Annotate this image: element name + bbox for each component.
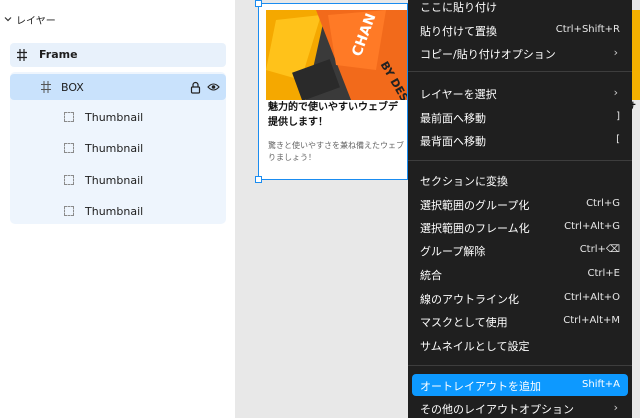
layer-thumbnail[interactable]: Thumbnail — [10, 135, 226, 161]
menu-item-label: コピー/貼り付けオプション — [420, 48, 556, 61]
layer-thumbnail-label: Thumbnail — [85, 142, 144, 155]
layer-thumbnail[interactable]: Thumbnail — [10, 198, 226, 224]
layer-thumbnail-label: Thumbnail — [85, 111, 144, 124]
chevron-right-icon: › — [613, 46, 618, 59]
menu-item-shortcut: Ctrl+Alt+O — [564, 292, 620, 303]
card-title: 魅力的で使いやすいウェブデ 提供します！ — [268, 100, 408, 130]
menu-divider — [408, 365, 632, 366]
card-description: 驚きと使いやすさを兼ね備えたウェブ りましょう！ — [268, 140, 408, 164]
menu-item-shortcut: Ctrl+Alt+G — [564, 221, 620, 232]
menu-divider — [408, 160, 632, 161]
menu-item-outline-stroke[interactable]: 線のアウトライン化 Ctrl+Alt+O — [412, 287, 628, 309]
eye-icon[interactable] — [207, 82, 220, 92]
lock-icon[interactable] — [190, 81, 201, 94]
menu-item-bring-to-front[interactable]: 最前面へ移動 ] — [412, 106, 628, 128]
menu-item-label: 最前面へ移動 — [420, 112, 486, 125]
menu-item-label: サムネイルとして設定 — [420, 340, 530, 353]
layer-frame[interactable]: Frame — [10, 43, 226, 67]
menu-item-label: マスクとして使用 — [420, 316, 508, 329]
menu-item-use-as-mask[interactable]: マスクとして使用 Ctrl+Alt+M — [412, 310, 628, 332]
dashed-frame-icon — [64, 206, 74, 216]
menu-item-select-layer[interactable]: レイヤーを選択 › — [412, 82, 628, 104]
menu-item-label: 統合 — [420, 269, 442, 282]
menu-item-shortcut: Ctrl+⌫ — [579, 244, 620, 255]
dashed-frame-icon — [64, 112, 74, 122]
layer-box-label: BOX — [61, 81, 84, 94]
menu-item-label: セクションに変換 — [420, 175, 508, 188]
menu-item-convert-to-section[interactable]: セクションに変換 — [412, 169, 628, 191]
menu-item-label: ここに貼り付け — [420, 1, 497, 14]
menu-item-copy-paste-options[interactable]: コピー/貼り付けオプション › — [412, 42, 628, 64]
dashed-frame-icon — [64, 175, 74, 185]
thumbnail-illustration: CHAN BY DESI — [266, 10, 408, 100]
menu-item-label: 最背面へ移動 — [420, 135, 486, 148]
dashed-frame-icon — [64, 143, 74, 153]
menu-item-frame-selection[interactable]: 選択範囲のフレーム化 Ctrl+Alt+G — [412, 216, 628, 238]
menu-item-label: 貼り付けて置換 — [420, 25, 497, 38]
resize-handle-top-left[interactable] — [255, 0, 262, 7]
menu-item-flatten[interactable]: 統合 Ctrl+E — [412, 263, 628, 285]
layer-thumbnail[interactable]: Thumbnail — [10, 167, 226, 193]
menu-item-paste-replace[interactable]: 貼り付けて置換 Ctrl+Shift+R — [412, 19, 628, 41]
layer-box[interactable]: BOX — [10, 74, 226, 100]
chevron-right-icon: › — [613, 401, 618, 414]
layers-header[interactable]: レイヤー — [4, 10, 56, 28]
menu-item-label: レイヤーを選択 — [420, 88, 497, 101]
layer-thumbnail-label: Thumbnail — [85, 205, 144, 218]
menu-item-shortcut: [ — [616, 134, 620, 145]
menu-item-shortcut: Ctrl+G — [586, 198, 620, 209]
menu-item-shortcut: Ctrl+Alt+M — [563, 315, 620, 326]
layers-header-label: レイヤー — [16, 15, 56, 27]
resize-handle-bottom-left[interactable] — [255, 176, 262, 183]
chevron-right-icon: › — [613, 86, 618, 99]
layer-frame-label: Frame — [39, 48, 78, 61]
menu-item-shortcut: ] — [616, 111, 620, 122]
menu-item-more-layout-options[interactable]: その他のレイアウトオプション › — [412, 397, 628, 418]
menu-item-label: その他のレイアウトオプション — [420, 403, 574, 416]
menu-item-add-auto-layout[interactable]: オートレイアウトを追加 Shift+A — [412, 374, 628, 396]
menu-item-group-selection[interactable]: 選択範囲のグループ化 Ctrl+G — [412, 193, 628, 215]
layer-thumbnail-label: Thumbnail — [85, 174, 144, 187]
menu-item-shortcut: Ctrl+E — [587, 268, 621, 279]
chevron-down-icon — [4, 17, 12, 22]
card-title-line2: 提供します！ — [268, 117, 328, 128]
menu-item-set-as-thumbnail[interactable]: サムネイルとして設定 — [412, 334, 628, 356]
frame-icon — [41, 81, 51, 93]
menu-item-ungroup[interactable]: グループ解除 Ctrl+⌫ — [412, 239, 628, 261]
menu-item-paste-here[interactable]: ここに貼り付け — [412, 0, 628, 17]
menu-item-shortcut: Ctrl+Shift+R — [555, 24, 620, 35]
frame-icon — [17, 49, 27, 61]
layer-thumbnail[interactable]: Thumbnail — [10, 104, 226, 130]
menu-item-send-to-back[interactable]: 最背面へ移動 [ — [412, 129, 628, 151]
menu-item-label: 線のアウトライン化 — [420, 293, 519, 306]
card-thumbnail-image[interactable]: CHAN BY DESI — [266, 10, 408, 100]
menu-item-label: 選択範囲のグループ化 — [420, 199, 530, 212]
card-desc-line1: 驚きと使いやすさを兼ね備えたウェブ — [268, 141, 404, 150]
card-title-line1: 魅力的で使いやすいウェブデ — [268, 102, 398, 113]
layer-children-group: BOX Thumbnail Thumbnail Thumbnail Thumbn… — [10, 72, 226, 224]
layers-panel: レイヤー Frame BOX Thumbnail Thumbnail Thumb… — [0, 0, 235, 418]
menu-item-shortcut: Shift+A — [582, 379, 620, 390]
menu-item-label: グループ解除 — [420, 245, 486, 258]
context-menu: ここに貼り付け 貼り付けて置換 Ctrl+Shift+R コピー/貼り付けオプシ… — [408, 0, 632, 418]
menu-divider — [408, 71, 632, 72]
card-desc-line2: りましょう！ — [268, 153, 316, 162]
menu-item-label: 選択範囲のフレーム化 — [420, 222, 530, 235]
menu-item-label: オートレイアウトを追加 — [420, 380, 541, 393]
